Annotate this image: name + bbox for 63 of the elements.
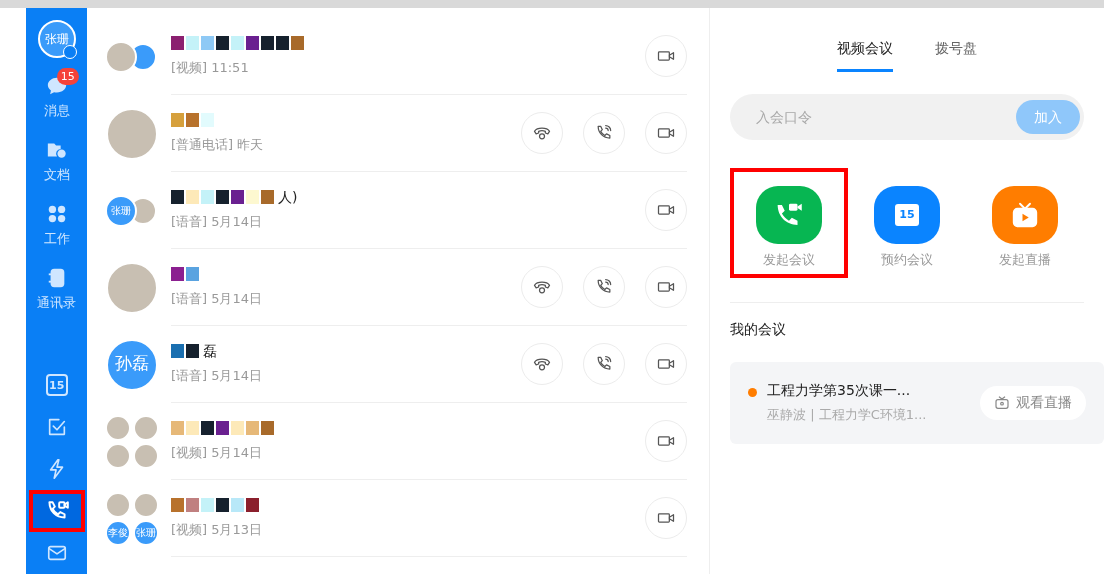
call-info: [视频] 5月13日 — [170, 521, 263, 540]
redacted-name-drawing — [170, 267, 201, 282]
join-button[interactable]: 加入 — [1016, 100, 1080, 134]
phone-call-button[interactable] — [583, 343, 625, 385]
meeting-action-button[interactable]: 发起直播 — [966, 168, 1084, 278]
nav-label: 文档 — [43, 166, 70, 185]
contact-name: 人) — [277, 187, 298, 207]
nav-label: 通讯录 — [37, 294, 77, 313]
avatar-initials: 张珊 — [104, 194, 137, 227]
call-row[interactable]: [语音] 5月14日 — [86, 249, 709, 326]
call-row[interactable]: [普通电话] 昨天 — [86, 95, 709, 172]
panel-tab[interactable]: 视频会议 — [837, 38, 893, 72]
video-call-button[interactable] — [645, 420, 687, 462]
avatar-initials: 孙磊 — [105, 338, 158, 391]
call-info: [普通电话] 昨天 — [170, 136, 265, 155]
call-info: [语音] 5月14日 — [170, 290, 263, 309]
nav-item[interactable]: 消息 15 — [28, 66, 85, 130]
call-row[interactable]: 李俊 张珊 [视频] 5月13日 — [86, 480, 709, 557]
video-call-button[interactable] — [645, 35, 687, 77]
calendar-icon: 15 — [45, 374, 68, 396]
meeting-action-button[interactable]: 发起会议 — [730, 168, 848, 278]
contact-name: 磊 — [202, 341, 217, 361]
meeting-action-button[interactable]: 15 预约会议 — [848, 168, 966, 278]
nav-item[interactable]: 文档 — [28, 130, 85, 194]
call-info: [视频] 11:51 — [170, 59, 250, 78]
nav-item[interactable]: 通讯录 — [28, 258, 85, 322]
redacted-name-drawing — [170, 344, 201, 359]
redacted-name-drawing — [170, 113, 216, 128]
call-info: [视频] 5月14日 — [170, 444, 263, 463]
panel-tab[interactable]: 拨号盘 — [935, 38, 977, 72]
video-call-button[interactable] — [645, 112, 687, 154]
meeting-card[interactable]: 工程力学第35次课一... 巫静波 | 工程力学C环境1... 观看直播 — [730, 361, 1104, 444]
meeting-code-field[interactable]: 入会口令 加入 — [730, 94, 1084, 140]
call-info: [语音] 5月14日 — [170, 367, 263, 386]
meeting-info: 巫静波 | 工程力学C环境1... — [767, 406, 928, 425]
call-row[interactable]: 张珊 人) [语音] 5月14日 — [86, 172, 709, 249]
telephone-button[interactable] — [521, 266, 563, 308]
watch-live-button[interactable]: 观看直播 — [980, 385, 1086, 420]
telephone-button[interactable] — [521, 343, 563, 385]
avatar-initials: 张珊 — [132, 519, 159, 546]
phone-call-button[interactable] — [583, 266, 625, 308]
section-title: 我的会议 — [730, 319, 787, 339]
nav-label: 消息 — [43, 102, 70, 121]
video-call-button[interactable] — [645, 497, 687, 539]
meeting-title: 工程力学第35次课一... — [767, 381, 912, 401]
video-call-button[interactable] — [645, 343, 687, 385]
unread-badge: 15 — [56, 68, 79, 85]
nav-item[interactable] — [28, 490, 85, 532]
nav-label: 工作 — [43, 230, 70, 249]
schedule-meeting-icon: 15 — [874, 186, 940, 244]
tv-icon — [994, 394, 1010, 411]
video-call-button[interactable] — [645, 266, 687, 308]
avatar-initials: 李俊 — [104, 519, 131, 546]
telephone-button[interactable] — [521, 112, 563, 154]
nav-item[interactable]: 15 — [28, 364, 85, 406]
phone-call-button[interactable] — [583, 112, 625, 154]
user-avatar[interactable]: 张珊 — [37, 20, 76, 58]
call-row[interactable]: [视频] 11:51 — [86, 18, 709, 95]
video-call-button[interactable] — [645, 189, 687, 231]
nav-item[interactable]: 工作 — [28, 194, 85, 258]
call-row[interactable]: 孙磊 磊 [语音] 5月14日 — [86, 326, 709, 403]
call-info: [语音] 5月14日 — [170, 213, 263, 232]
call-row[interactable]: [视频] 5月14日 — [86, 403, 709, 480]
